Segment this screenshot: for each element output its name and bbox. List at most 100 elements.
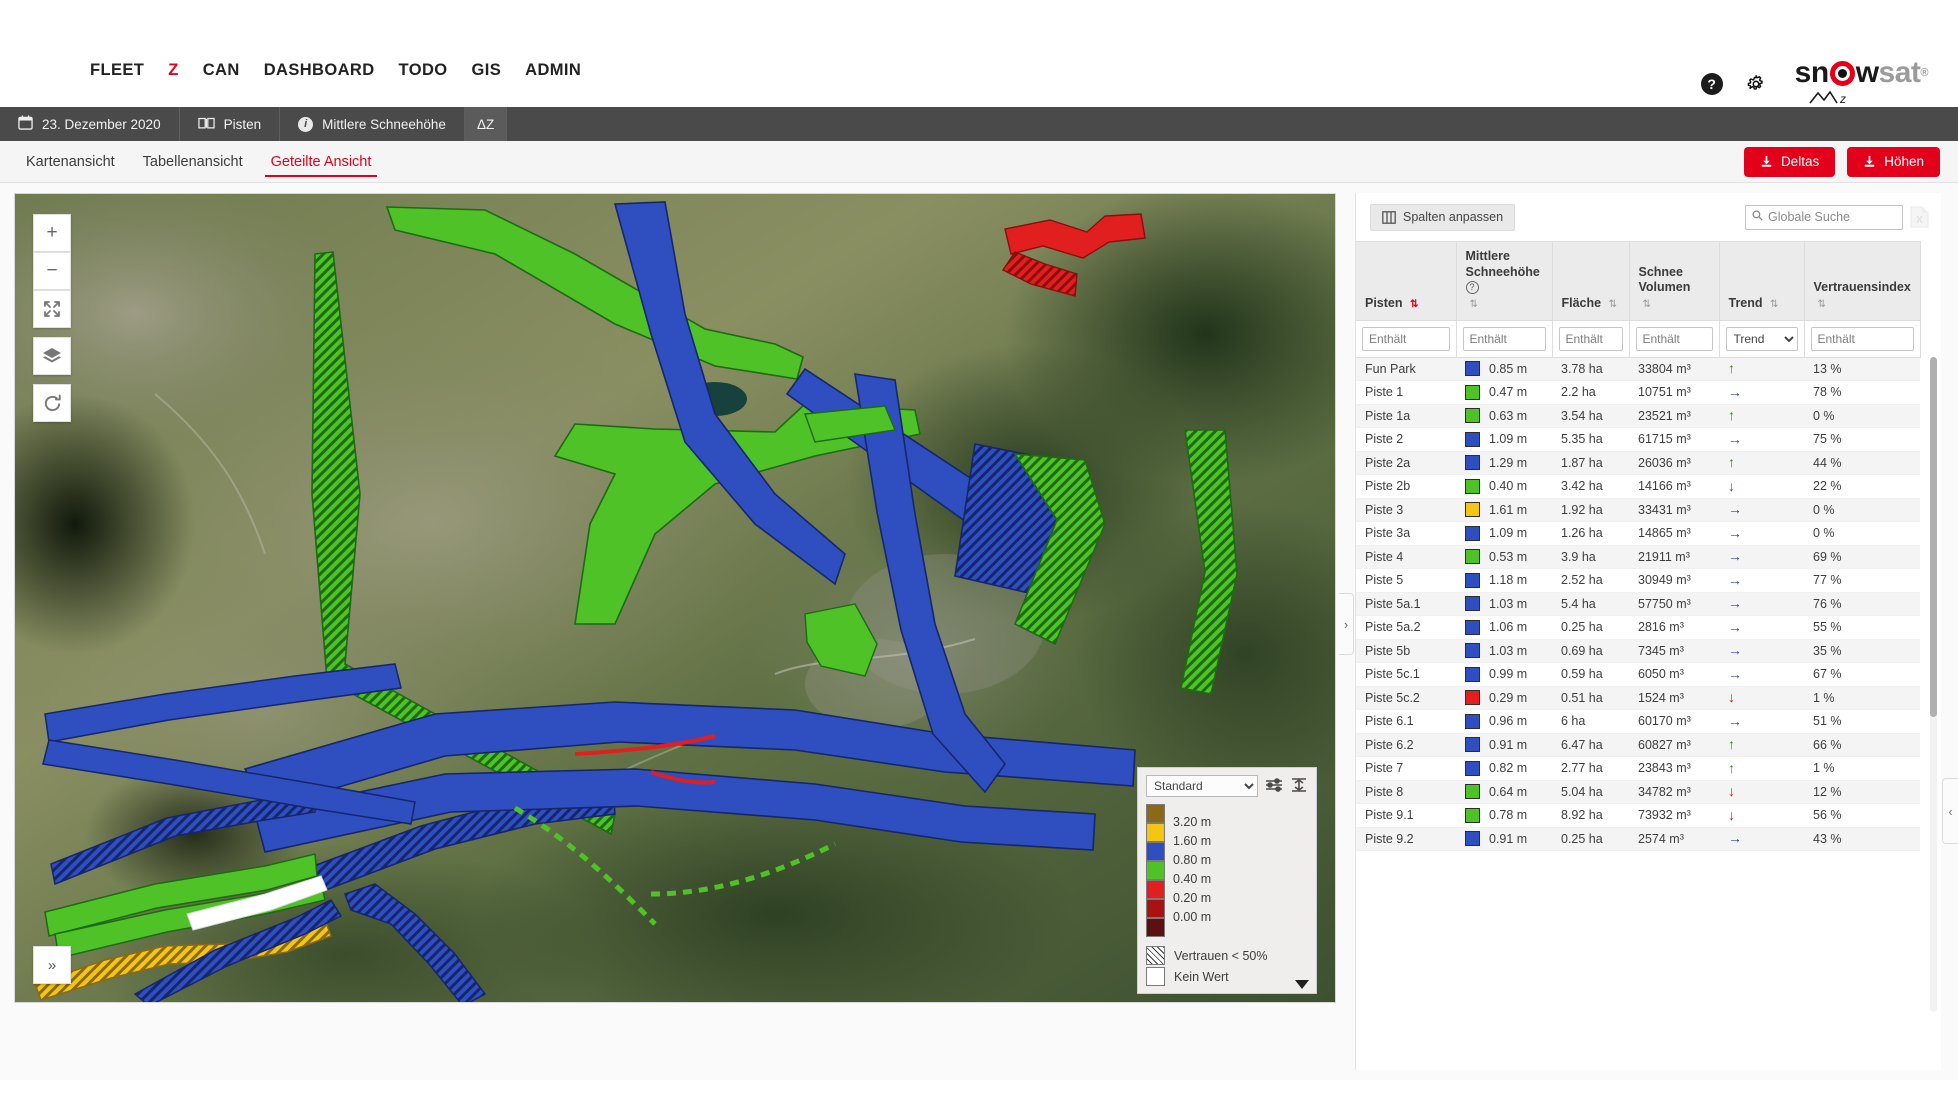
table-row[interactable]: Piste 5c.1 0.99 m 0.59 ha 6050 m³ → 67 %: [1356, 662, 1920, 687]
nav-link-fleet[interactable]: FLEET: [90, 61, 144, 80]
cell-trend: →: [1719, 592, 1804, 616]
table-row[interactable]: Fun Park 0.85 m 3.78 ha 33804 m³ ↑ 13 %: [1356, 357, 1920, 381]
table-row[interactable]: Piste 9.2 0.91 m 0.25 ha 2574 m³ → 43 %: [1356, 827, 1920, 851]
table-scrollbar-thumb[interactable]: [1930, 357, 1937, 717]
table-row[interactable]: Piste 6.1 0.96 m 6 ha 60170 m³ → 51 %: [1356, 709, 1920, 734]
table-row[interactable]: Piste 5b 1.03 m 0.69 ha 7345 m³ → 35 %: [1356, 639, 1920, 663]
sort-indicator[interactable]: ⇅: [1643, 299, 1651, 310]
filter-input-pisten[interactable]: [1362, 326, 1450, 351]
table-scrollbar[interactable]: [1930, 357, 1937, 1012]
gear-icon[interactable]: [1745, 73, 1767, 95]
filter-input-vertrauensindex[interactable]: [1810, 326, 1914, 351]
table-row[interactable]: Piste 5c.2 0.29 m 0.51 ha 1524 m³ ↓ 1 %: [1356, 686, 1920, 710]
sort-indicator[interactable]: ⇅: [1609, 299, 1617, 310]
map-panel-expand-handle[interactable]: ›: [1339, 593, 1354, 655]
delta-z-toggle[interactable]: ΔZ: [464, 107, 508, 141]
nav-link-admin[interactable]: ADMIN: [525, 61, 581, 80]
header-schnee-volumen[interactable]: Schnee Volumen ⇅: [1629, 241, 1720, 321]
filter-cell-flaeche: [1552, 320, 1630, 358]
zoom-in-button[interactable]: +: [33, 214, 71, 252]
help-icon[interactable]: ?: [1700, 73, 1723, 95]
map-pane[interactable]: + − » Standard 3.20 m 1.60 m 0.80 m 0.40…: [14, 193, 1336, 1003]
sort-indicator[interactable]: ⇅: [1770, 299, 1778, 310]
map-legend: Standard 3.20 m 1.60 m 0.80 m 0.40 m 0.2…: [1137, 767, 1317, 994]
table-row[interactable]: Piste 3a 1.09 m 1.26 ha 14865 m³ → 0 %: [1356, 521, 1920, 546]
metric-selector[interactable]: i Mittlere Schneehöhe: [280, 107, 465, 141]
global-search-box[interactable]: [1745, 204, 1903, 230]
hoehen-download-button[interactable]: Höhen: [1847, 146, 1940, 177]
header-pisten[interactable]: Pisten ⇅: [1356, 241, 1457, 321]
fit-extent-icon[interactable]: [33, 290, 71, 328]
nav-link-dashboard[interactable]: DASHBOARD: [264, 61, 375, 80]
trend-arrow-down-icon: ↓: [1728, 689, 1735, 706]
header-flaeche[interactable]: Fläche ⇅: [1552, 241, 1630, 321]
table-row[interactable]: Piste 1 0.47 m 2.2 ha 10751 m³ → 78 %: [1356, 380, 1920, 405]
legend-scale: 3.20 m 1.60 m 0.80 m 0.40 m 0.20 m 0.00 …: [1146, 804, 1308, 937]
logo-text-sn: sn: [1794, 56, 1830, 89]
table-row[interactable]: Piste 8 0.64 m 5.04 ha 34782 m³ ↓ 12 %: [1356, 780, 1920, 804]
table-row[interactable]: Piste 5a.1 1.03 m 5.4 ha 57750 m³ → 76 %: [1356, 592, 1920, 616]
table-row[interactable]: Piste 2a 1.29 m 1.87 ha 26036 m³ ↑ 44 %: [1356, 451, 1920, 475]
cell-flaeche: 6 ha: [1552, 709, 1629, 734]
table-row[interactable]: Piste 6.2 0.91 m 6.47 ha 60827 m³ ↑ 66 %: [1356, 733, 1920, 757]
legend-collapse-icon[interactable]: [1290, 777, 1308, 795]
table-row[interactable]: Piste 1a 0.63 m 3.54 ha 23521 m³ ↑ 0 %: [1356, 404, 1920, 428]
table-row[interactable]: Piste 5 1.18 m 2.52 ha 30949 m³ → 77 %: [1356, 568, 1920, 593]
layers-icon[interactable]: [33, 337, 71, 375]
legend-collapse-caret-icon[interactable]: [1295, 980, 1309, 989]
sort-indicator[interactable]: ⇅: [1818, 299, 1826, 310]
tab-kartenansicht[interactable]: Kartenansicht: [14, 141, 127, 182]
table-row[interactable]: Piste 9.1 0.78 m 8.92 ha 73932 m³ ↓ 56 %: [1356, 803, 1920, 828]
table-row[interactable]: Piste 4 0.53 m 3.9 ha 21911 m³ → 69 %: [1356, 545, 1920, 569]
deltas-download-button[interactable]: Deltas: [1743, 146, 1836, 177]
map-expand-button[interactable]: »: [33, 946, 71, 984]
trend-arrow-right-icon: →: [1728, 501, 1742, 518]
snow-height-value: 1.18 m: [1489, 573, 1528, 588]
table-scroll-container[interactable]: Pisten ⇅ Mittlere Schneehöhe ? ⇅ Fläche …: [1356, 241, 1941, 1070]
adjust-columns-button[interactable]: Spalten anpassen: [1370, 203, 1516, 231]
nav-link-todo[interactable]: TODO: [399, 61, 448, 80]
table-row[interactable]: Piste 2b 0.40 m 3.42 ha 14166 m³ ↓ 22 %: [1356, 474, 1920, 499]
header-mittlere-schneehoehe[interactable]: Mittlere Schneehöhe ? ⇅: [1456, 241, 1553, 321]
sort-indicator-active[interactable]: ⇅: [1410, 299, 1418, 310]
search-input[interactable]: [1768, 210, 1896, 224]
calendar-icon: [18, 115, 33, 133]
legend-settings-icon[interactable]: [1265, 777, 1283, 795]
legend-preset-select[interactable]: Standard: [1146, 775, 1258, 797]
cell-volumen: 1524 m³: [1629, 686, 1719, 710]
table-row[interactable]: Piste 7 0.82 m 2.77 ha 23843 m³ ↑ 1 %: [1356, 756, 1920, 781]
help-icon[interactable]: ?: [1465, 281, 1479, 295]
cell-trend: →: [1719, 615, 1804, 640]
nav-link-z[interactable]: Z: [168, 61, 178, 80]
table-row[interactable]: Piste 3 1.61 m 1.92 ha 33431 m³ → 0 %: [1356, 498, 1920, 522]
filter-input-schneehoehe[interactable]: [1462, 326, 1546, 351]
filter-cell-volumen: [1629, 320, 1720, 358]
cell-piste: Piste 5c.1: [1356, 662, 1456, 687]
cell-volumen: 33431 m³: [1629, 498, 1719, 522]
filter-input-volumen[interactable]: [1635, 326, 1713, 351]
header-vertrauensindex[interactable]: Vertrauensindex ⇅: [1804, 241, 1921, 321]
layer-selector[interactable]: Pisten: [180, 107, 281, 141]
nav-link-can[interactable]: CAN: [203, 61, 240, 80]
date-selector[interactable]: 23. Dezember 2020: [0, 107, 180, 141]
table-row[interactable]: Piste 5a.2 1.06 m 0.25 ha 2816 m³ → 55 %: [1356, 615, 1920, 640]
refresh-icon[interactable]: [33, 384, 71, 422]
header-trend[interactable]: Trend ⇅: [1719, 241, 1805, 321]
filter-input-flaeche[interactable]: [1558, 326, 1623, 351]
cell-volumen: 6050 m³: [1629, 662, 1719, 687]
filter-select-trend[interactable]: Trend: [1725, 326, 1798, 351]
excel-export-icon[interactable]: X: [1910, 206, 1929, 228]
cell-flaeche: 5.35 ha: [1552, 427, 1629, 452]
cell-piste: Piste 5a.2: [1356, 615, 1456, 640]
zoom-out-button[interactable]: −: [33, 252, 71, 290]
table-row[interactable]: Piste 2 1.09 m 5.35 ha 61715 m³ → 75 %: [1356, 427, 1920, 452]
logo-text-sat: sat: [1878, 56, 1921, 89]
layer-label: Pisten: [223, 116, 262, 132]
tab-geteilte-ansicht[interactable]: Geteilte Ansicht: [259, 141, 384, 182]
tab-tabellenansicht[interactable]: Tabellenansicht: [131, 141, 255, 182]
sort-indicator[interactable]: ⇅: [1470, 299, 1478, 310]
right-panel-collapse-handle[interactable]: ‹: [1942, 778, 1958, 844]
snowsat-logo: sn w sat ® z: [1794, 56, 1929, 110]
map-book-icon: [197, 116, 215, 133]
nav-link-gis[interactable]: GIS: [472, 61, 502, 80]
